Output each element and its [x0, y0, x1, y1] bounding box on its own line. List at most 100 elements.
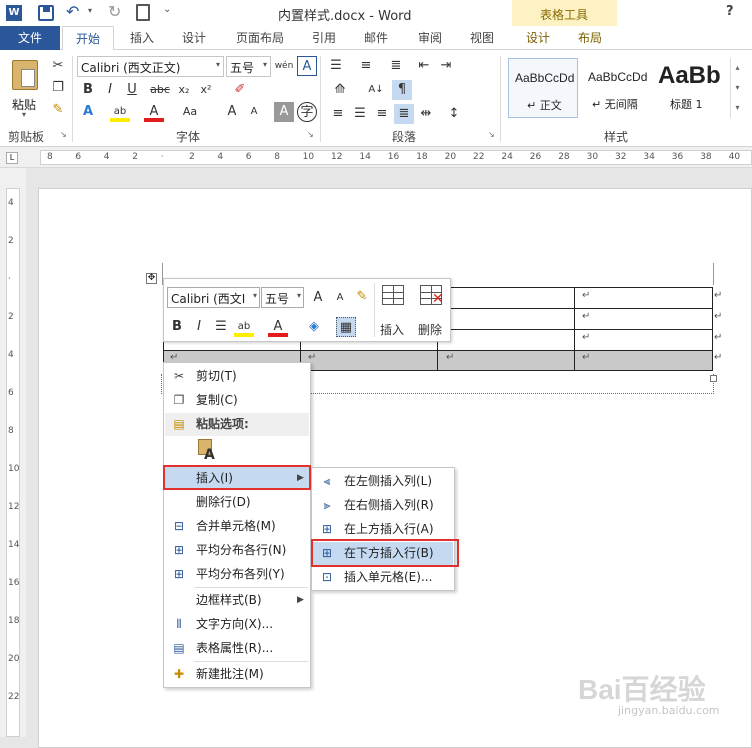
tab-mailings[interactable]: 邮件	[354, 26, 398, 50]
paragraph-launcher-icon[interactable]: ↘	[488, 130, 495, 139]
contextual-group-label: 表格工具	[540, 8, 589, 22]
menu-item-cut[interactable]: ✂ 剪切(T)	[165, 365, 309, 388]
tab-references[interactable]: 引用	[302, 26, 346, 50]
menu-item-text-direction[interactable]: ⫴ 文字方向(X)...	[165, 613, 309, 636]
menu-item-copy[interactable]: ❐ 复制(C)	[165, 389, 309, 412]
redo-icon[interactable]: ↻	[108, 2, 121, 21]
center-icon[interactable]: ☰	[211, 317, 231, 337]
tab-table-design[interactable]: 设计	[516, 26, 560, 50]
character-border-icon[interactable]: A	[297, 56, 317, 76]
shrink-font-icon[interactable]: A	[330, 288, 350, 308]
italic-icon[interactable]: I	[189, 317, 209, 337]
save-icon[interactable]	[38, 5, 54, 21]
chevron-down-icon: ▾	[252, 291, 257, 300]
cut-icon[interactable]: ✂	[48, 56, 68, 76]
menu-item-table-properties[interactable]: ▤ 表格属性(R)...	[165, 637, 309, 660]
menu-item-distribute-columns[interactable]: ⊞ 平均分布各列(Y)	[165, 563, 309, 586]
phonetic-guide-icon[interactable]: wén	[274, 56, 294, 76]
highlight-icon[interactable]: ab	[234, 317, 254, 337]
table-move-handle-icon[interactable]: ✥	[146, 273, 157, 284]
menu-item-delete-row[interactable]: 删除行(D)	[165, 491, 309, 514]
font-launcher-icon[interactable]: ↘	[307, 130, 314, 139]
chinese-layout-icon[interactable]: ⟰	[330, 80, 350, 100]
menu-item-merge-cells[interactable]: ⊟ 合并单元格(M)	[165, 515, 309, 538]
table-resize-handle[interactable]	[710, 375, 717, 382]
center-icon[interactable]: ☰	[350, 104, 370, 124]
line-spacing-icon[interactable]: ↕	[444, 104, 464, 124]
distribute-rows-icon: ⊞	[173, 543, 185, 557]
tab-design[interactable]: 设计	[172, 26, 216, 50]
grow-font-icon[interactable]: A	[308, 288, 328, 308]
help-icon[interactable]: ?	[726, 4, 734, 19]
highlight-icon[interactable]: ab	[110, 102, 130, 122]
subscript-icon[interactable]: x₂	[174, 80, 194, 100]
superscript-icon[interactable]: x²	[196, 80, 216, 100]
tab-table-layout[interactable]: 布局	[568, 26, 612, 50]
align-left-icon[interactable]: ≡	[328, 104, 348, 124]
bold-icon[interactable]: B	[167, 317, 187, 337]
print-preview-icon[interactable]	[136, 4, 150, 21]
bullets-icon[interactable]: ☰	[326, 56, 346, 76]
submenu-item-insert-above[interactable]: ⊞ 在上方插入行(A)	[313, 518, 453, 541]
tab-view[interactable]: 视图	[460, 26, 504, 50]
shading-icon[interactable]: ◈	[304, 317, 324, 337]
customize-qat-icon[interactable]: ⌄	[163, 4, 171, 15]
paste-button[interactable]: 粘贴 ▾	[8, 56, 44, 122]
clipboard-launcher-icon[interactable]: ↘	[60, 130, 67, 139]
numbering-icon[interactable]: ≡	[356, 56, 376, 76]
bold-icon[interactable]: B	[78, 80, 98, 100]
styles-scroll[interactable]: ▴ ▾ ▾	[730, 58, 744, 118]
shrink-font-icon[interactable]: A	[244, 102, 264, 122]
align-right-icon[interactable]: ≡	[372, 104, 392, 124]
distributed-icon[interactable]: ⇹	[416, 104, 436, 124]
submenu-item-insert-cells[interactable]: ⊡ 插入单元格(E)...	[313, 566, 453, 589]
font-color-icon[interactable]: A	[268, 317, 288, 337]
clear-format-icon[interactable]: ✐	[230, 80, 250, 100]
horizontal-ruler[interactable]: L 8 6 4 2 · 2 4 6 8 10 12 14 16 18 20 22 24 26 28 30 32 34 36 3…	[0, 147, 752, 168]
tab-selector-icon[interactable]: L	[6, 152, 18, 164]
decrease-indent-icon[interactable]: ⇤	[414, 56, 434, 76]
submenu-item-insert-left[interactable]: ⫷ 在左侧插入列(L)	[313, 470, 453, 493]
vertical-ruler[interactable]: 4 2 · 2 4 6 8 10 12 14 16 18 20 22	[0, 168, 26, 737]
font-size-combo[interactable]: 五号 ▾	[226, 56, 271, 77]
menu-item-new-comment[interactable]: ✚ 新建批注(M)	[165, 663, 309, 686]
tab-review[interactable]: 审阅	[408, 26, 452, 50]
format-painter-icon[interactable]: ✎	[48, 100, 68, 120]
strikethrough-icon[interactable]: abc	[150, 80, 170, 100]
tab-insert[interactable]: 插入	[120, 26, 164, 50]
copy-icon[interactable]: ❐	[48, 78, 68, 98]
delete-table-button[interactable]: ✕ 删除	[416, 281, 448, 339]
tab-page-layout[interactable]: 页面布局	[226, 26, 294, 50]
style-no-spacing[interactable]: AaBbCcDd ↵ 无间隔	[582, 58, 652, 118]
change-case-icon[interactable]: Aa	[180, 102, 200, 122]
grow-font-icon[interactable]: A	[222, 102, 242, 122]
undo-dropdown-icon[interactable]: ▾	[88, 6, 92, 15]
paste-keep-text-only-icon[interactable]: A	[196, 439, 218, 463]
text-effects-icon[interactable]: A	[78, 102, 98, 122]
group-clipboard: 剪贴板	[8, 130, 45, 144]
menu-item-distribute-rows[interactable]: ⊞ 平均分布各行(N)	[165, 539, 309, 562]
mini-size-combo[interactable]: 五号 ▾	[261, 287, 304, 308]
style-heading-1[interactable]: AaBb 标题 1	[654, 58, 720, 118]
increase-indent-icon[interactable]: ⇥	[436, 56, 456, 76]
tab-file[interactable]: 文件	[0, 26, 60, 50]
format-painter-icon[interactable]: ✎	[352, 287, 372, 307]
sort-icon[interactable]: A↓	[366, 80, 386, 100]
italic-icon[interactable]: I	[100, 80, 120, 100]
menu-item-border-styles[interactable]: 边框样式(B) ▶	[165, 589, 309, 612]
character-shading-icon[interactable]: A	[274, 102, 294, 122]
font-name-combo[interactable]: Calibri (西文正文) ▾	[77, 56, 224, 77]
multilevel-list-icon[interactable]: ≣	[386, 56, 406, 76]
tab-home[interactable]: 开始	[62, 26, 114, 51]
style-normal[interactable]: AaBbCcDd ↵ 正文	[508, 58, 578, 118]
mini-font-combo[interactable]: Calibri (西文I ▾	[167, 287, 260, 308]
justify-icon[interactable]: ≣	[394, 104, 414, 124]
font-color-icon[interactable]: A	[144, 102, 164, 122]
enclose-characters-icon[interactable]: 字	[297, 102, 317, 122]
undo-icon[interactable]: ↶	[66, 2, 79, 21]
borders-icon[interactable]: ▦	[336, 317, 356, 337]
submenu-item-insert-right[interactable]: ⫸ 在右侧插入列(R)	[313, 494, 453, 517]
underline-icon[interactable]: U	[122, 80, 142, 100]
show-marks-icon[interactable]: ¶	[392, 80, 412, 100]
insert-table-button[interactable]: 插入	[378, 281, 410, 339]
